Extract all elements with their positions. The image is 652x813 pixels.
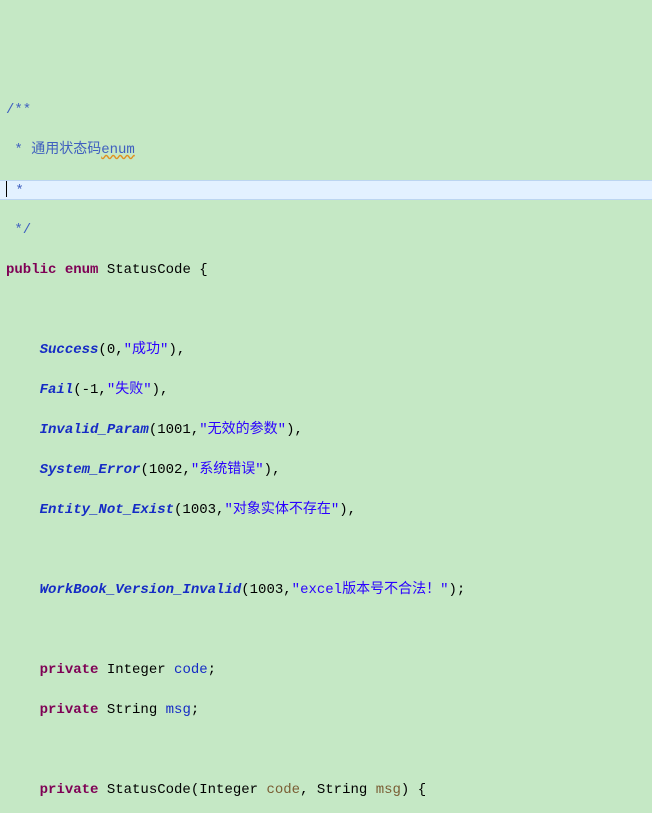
enum-constant: System_Error xyxy=(40,462,141,478)
param-name: code xyxy=(266,782,300,798)
code-line: public enum StatusCode { xyxy=(0,260,652,280)
code-line: System_Error(1002,"系统错误"), xyxy=(0,460,652,480)
blank-line xyxy=(0,740,652,760)
comment-text: 通用状态码 xyxy=(31,142,101,158)
enum-constant: Fail xyxy=(40,382,74,398)
code-line: Fail(-1,"失败"), xyxy=(0,380,652,400)
enum-constant: Invalid_Param xyxy=(40,422,149,438)
code-editor[interactable]: /** * 通用状态码enum * */ public enum StatusC… xyxy=(0,80,652,813)
code-line: WorkBook_Version_Invalid(1003,"excel版本号不… xyxy=(0,580,652,600)
code-line: private StatusCode(Integer code, String … xyxy=(0,780,652,800)
enum-constant: Success xyxy=(40,342,99,358)
keyword-private: private xyxy=(40,702,99,718)
field-name: msg xyxy=(166,702,191,718)
enum-constant: WorkBook_Version_Invalid xyxy=(40,582,242,598)
string-literal: "系统错误" xyxy=(191,462,264,478)
class-name: StatusCode { xyxy=(98,262,207,278)
code-line: Invalid_Param(1001,"无效的参数"), xyxy=(0,420,652,440)
blank-line xyxy=(0,620,652,640)
keyword-public: public xyxy=(6,262,56,278)
code-line: */ xyxy=(0,220,652,240)
keyword-private: private xyxy=(40,782,99,798)
blank-line xyxy=(0,540,652,560)
string-literal: "成功" xyxy=(124,342,169,358)
spellcheck-word: enum xyxy=(101,142,135,158)
comment-text: * xyxy=(7,183,24,199)
string-literal: "无效的参数" xyxy=(199,422,286,438)
keyword-enum: enum xyxy=(65,262,99,278)
keyword-private: private xyxy=(40,662,99,678)
code-line: private Integer code; xyxy=(0,660,652,680)
comment-prefix: * xyxy=(6,142,31,158)
string-literal: "对象实体不存在" xyxy=(224,502,339,518)
code-line: private String msg; xyxy=(0,700,652,720)
enum-constant: Entity_Not_Exist xyxy=(40,502,174,518)
current-line: * xyxy=(0,180,652,200)
code-line: * 通用状态码enum xyxy=(0,140,652,160)
code-line: /** xyxy=(0,100,652,120)
string-literal: "失败" xyxy=(107,382,152,398)
comment-close: */ xyxy=(6,222,31,238)
blank-line xyxy=(0,300,652,320)
string-literal: "excel版本号不合法！" xyxy=(292,582,449,598)
param-name: msg xyxy=(376,782,401,798)
code-line: Success(0,"成功"), xyxy=(0,340,652,360)
comment-open: /** xyxy=(6,102,31,118)
code-line: Entity_Not_Exist(1003,"对象实体不存在"), xyxy=(0,500,652,520)
field-name: code xyxy=(174,662,208,678)
